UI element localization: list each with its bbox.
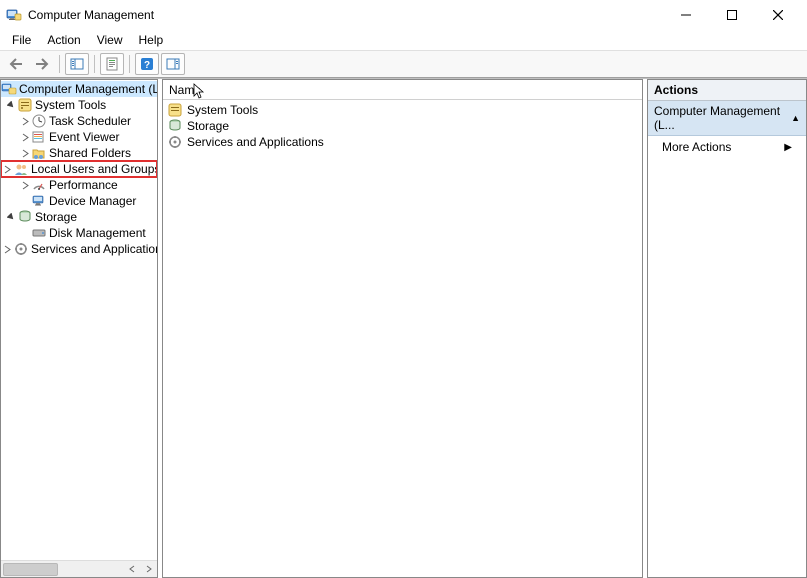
tree-node-shared-folders[interactable]: Shared Folders	[1, 145, 157, 161]
show-hide-tree-button[interactable]	[65, 53, 89, 75]
system-tools-icon	[17, 97, 33, 113]
device-manager-icon	[31, 193, 47, 209]
list-item-system-tools[interactable]: System Tools	[167, 102, 638, 118]
list-item-storage[interactable]: Storage	[167, 118, 638, 134]
tree-node-system-tools[interactable]: System Tools	[1, 97, 157, 113]
toolbar-separator	[59, 55, 60, 73]
collapse-icon[interactable]: ▲	[791, 113, 800, 123]
title-bar: Computer Management	[0, 0, 807, 30]
toolbar-separator	[129, 55, 130, 73]
system-tools-icon	[167, 102, 183, 118]
tree-label: Storage	[35, 210, 77, 224]
body: Computer Management (Local System Tools …	[0, 78, 807, 578]
list-column-header[interactable]: Name	[163, 80, 642, 100]
list-body[interactable]: System Tools Storage Services and Applic…	[163, 100, 642, 577]
list-item-services-apps[interactable]: Services and Applications	[167, 134, 638, 150]
help-button[interactable]: ?	[135, 53, 159, 75]
tree-node-task-scheduler[interactable]: Task Scheduler	[1, 113, 157, 129]
menu-view[interactable]: View	[89, 31, 131, 49]
event-viewer-icon	[31, 129, 47, 145]
storage-icon	[167, 118, 183, 134]
menu-action[interactable]: Action	[39, 31, 88, 49]
clock-icon	[31, 113, 47, 129]
computer-management-icon	[1, 81, 17, 97]
actions-item-label: More Actions	[662, 140, 731, 154]
tree-label: Disk Management	[49, 226, 146, 240]
back-button[interactable]	[4, 53, 28, 75]
minimize-button[interactable]	[663, 0, 709, 30]
tree-label: Local Users and Groups	[31, 162, 157, 176]
actions-group-header[interactable]: Computer Management (L... ▲	[648, 101, 806, 136]
actions-more[interactable]: More Actions ▶	[648, 136, 806, 158]
toolbar: ?	[0, 50, 807, 78]
horizontal-scrollbar[interactable]	[1, 560, 157, 577]
tree-node-storage[interactable]: Storage	[1, 209, 157, 225]
disk-icon	[31, 225, 47, 241]
list-item-label: System Tools	[187, 103, 258, 117]
users-icon	[13, 161, 29, 177]
window-title: Computer Management	[28, 8, 154, 22]
show-hide-action-pane-button[interactable]	[161, 53, 185, 75]
tree-label: Performance	[49, 178, 118, 192]
tree-node-performance[interactable]: Performance	[1, 177, 157, 193]
tree-panel: Computer Management (Local System Tools …	[0, 79, 158, 578]
menu-bar: File Action View Help	[0, 30, 807, 50]
tree-label: Services and Applications	[31, 242, 157, 256]
tree-node-services-apps[interactable]: Services and Applications	[1, 241, 157, 257]
menu-file[interactable]: File	[4, 31, 39, 49]
actions-panel: Actions Computer Management (L... ▲ More…	[647, 79, 807, 578]
tree-label: Task Scheduler	[49, 114, 131, 128]
scroll-right-icon[interactable]	[140, 561, 157, 578]
forward-button[interactable]	[30, 53, 54, 75]
toolbar-separator	[94, 55, 95, 73]
list-item-label: Storage	[187, 119, 229, 133]
expander-closed-icon[interactable]	[19, 147, 31, 159]
app-icon	[6, 7, 22, 23]
actions-header: Actions	[648, 80, 806, 101]
scroll-left-icon[interactable]	[123, 561, 140, 578]
menu-help[interactable]: Help	[131, 31, 172, 49]
tree-label: Computer Management (Local	[19, 82, 157, 96]
tree-label: Shared Folders	[49, 146, 131, 160]
tree-label: Device Manager	[49, 194, 136, 208]
properties-button[interactable]	[100, 53, 124, 75]
tree-label: System Tools	[35, 98, 106, 112]
expander-closed-icon[interactable]	[1, 243, 13, 255]
performance-icon	[31, 177, 47, 193]
tree-label: Event Viewer	[49, 130, 119, 144]
tree-node-root[interactable]: Computer Management (Local	[1, 81, 157, 97]
maximize-button[interactable]	[709, 0, 755, 30]
close-button[interactable]	[755, 0, 801, 30]
tree-node-local-users-groups[interactable]: Local Users and Groups	[1, 161, 157, 177]
actions-group-label: Computer Management (L...	[654, 104, 791, 132]
console-tree[interactable]: Computer Management (Local System Tools …	[1, 80, 157, 560]
list-item-label: Services and Applications	[187, 135, 324, 149]
chevron-right-icon: ▶	[784, 142, 792, 153]
scrollbar-thumb[interactable]	[3, 563, 58, 576]
expander-closed-icon[interactable]	[19, 179, 31, 191]
expander-closed-icon[interactable]	[1, 163, 13, 175]
tree-node-disk-management[interactable]: Disk Management	[1, 225, 157, 241]
expander-open-icon[interactable]	[5, 99, 17, 111]
window-controls	[663, 0, 801, 30]
services-icon	[167, 134, 183, 150]
expander-closed-icon[interactable]	[19, 115, 31, 127]
expander-closed-icon[interactable]	[19, 131, 31, 143]
cursor-icon	[193, 83, 207, 104]
storage-icon	[17, 209, 33, 225]
shared-folder-icon	[31, 145, 47, 161]
tree-node-event-viewer[interactable]: Event Viewer	[1, 129, 157, 145]
expander-open-icon[interactable]	[5, 211, 17, 223]
list-panel: Name System Tools Storage Services and A…	[162, 79, 643, 578]
svg-text:?: ?	[144, 60, 150, 71]
services-icon	[13, 241, 29, 257]
tree-node-device-manager[interactable]: Device Manager	[1, 193, 157, 209]
